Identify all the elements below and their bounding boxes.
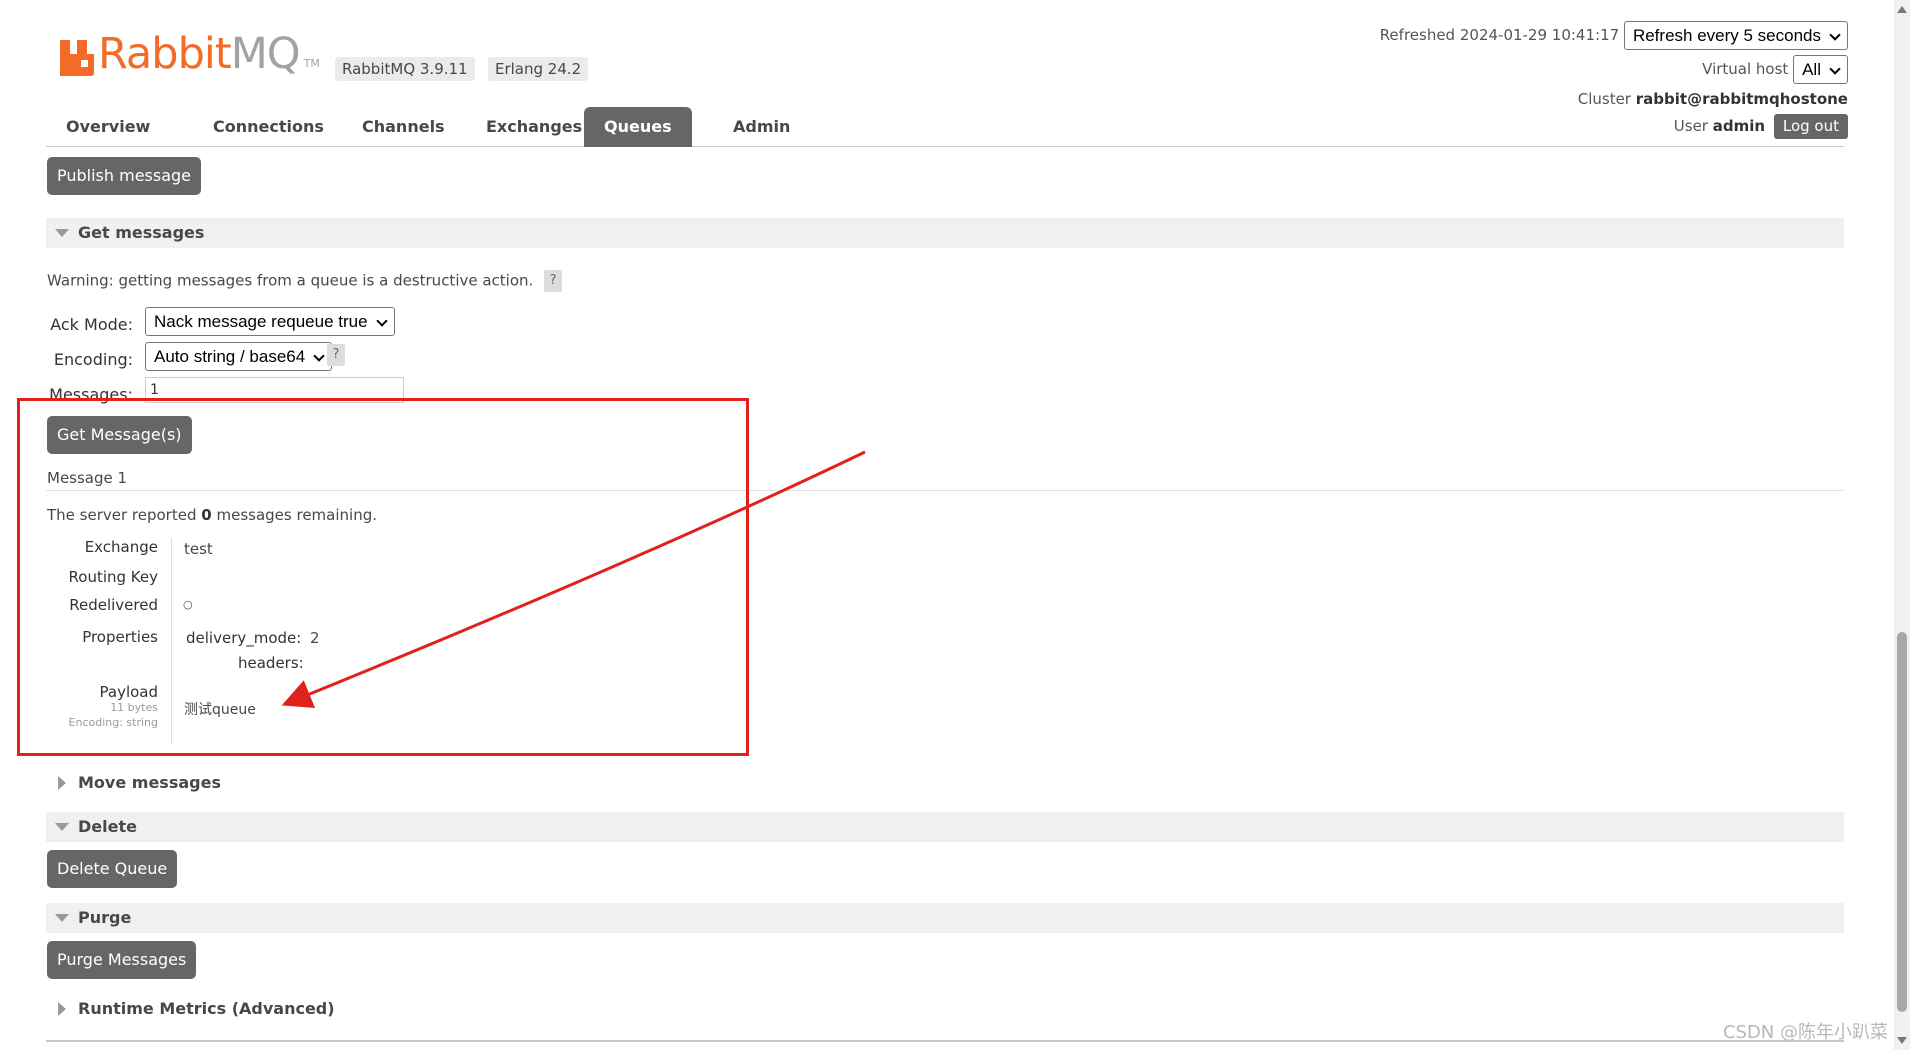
rabbitmq-logo-icon: [60, 40, 94, 76]
tab-connections[interactable]: Connections: [193, 107, 344, 147]
runtime-metrics-section-header[interactable]: Runtime Metrics (Advanced): [46, 994, 1844, 1024]
collapse-triangle-icon: [55, 229, 69, 237]
get-messages-section-header[interactable]: Get messages: [46, 218, 1844, 248]
runtime-metrics-title: Runtime Metrics (Advanced): [78, 999, 335, 1018]
tab-exchanges[interactable]: Exchanges: [466, 107, 602, 147]
ack-mode-label: Ack Mode:: [50, 315, 133, 334]
encoding-label: Encoding:: [53, 350, 133, 369]
logo-text: RabbitMQ: [98, 29, 301, 79]
chevron-down-icon: [1829, 29, 1841, 41]
delete-section-header[interactable]: Delete: [46, 812, 1844, 842]
tab-channels[interactable]: Channels: [342, 107, 465, 147]
warning-text: Warning: getting messages from a queue i…: [47, 271, 534, 290]
move-messages-section-header[interactable]: Move messages: [46, 768, 1844, 798]
expand-triangle-icon: [58, 776, 66, 790]
rabbitmq-management-page: RabbitMQ TM RabbitMQ 3.9.11 Erlang 24.2 …: [0, 0, 1910, 1050]
destructive-warning: Warning: getting messages from a queue i…: [47, 270, 563, 292]
vhost-row: Virtual host All: [1702, 55, 1848, 84]
refreshed-timestamp: Refreshed 2024-01-29 10:41:17: [1379, 26, 1620, 44]
help-icon[interactable]: ?: [544, 270, 563, 292]
cluster-label: Cluster: [1577, 90, 1631, 108]
tab-overview[interactable]: Overview: [46, 107, 170, 147]
vhost-select[interactable]: All: [1793, 55, 1848, 84]
collapse-triangle-icon: [55, 914, 69, 922]
vertical-scrollbar[interactable]: [1894, 0, 1910, 1050]
collapse-triangle-icon: [55, 823, 69, 831]
delete-queue-button[interactable]: Delete Queue: [47, 850, 178, 888]
purge-title: Purge: [78, 908, 132, 927]
annotation-highlight-box: [17, 398, 749, 756]
tab-queues[interactable]: Queues: [584, 107, 692, 147]
trademark: TM: [303, 57, 320, 70]
encoding-select[interactable]: Auto string / base64: [145, 342, 333, 371]
help-icon[interactable]: ?: [327, 344, 345, 366]
publish-message-button[interactable]: Publish message: [47, 157, 202, 195]
scroll-down-arrow-icon[interactable]: [1897, 1037, 1907, 1044]
refresh-row: Refreshed 2024-01-29 10:41:17 Refresh ev…: [1380, 21, 1848, 50]
ack-mode-select[interactable]: Nack message requeue true: [145, 307, 395, 336]
vhost-label: Virtual host: [1702, 60, 1789, 78]
chevron-down-icon: [375, 315, 388, 327]
erlang-version-badge: Erlang 24.2: [488, 57, 589, 81]
scroll-up-arrow-icon[interactable]: [1897, 6, 1907, 13]
rabbitmq-logo[interactable]: RabbitMQ TM: [60, 30, 320, 76]
scrollbar-thumb[interactable]: [1897, 632, 1907, 1012]
chevron-down-icon: [313, 350, 325, 362]
chevron-down-icon: [1829, 63, 1841, 75]
tab-admin[interactable]: Admin: [713, 107, 810, 147]
footer-divider: [46, 1040, 1844, 1042]
purge-section-header[interactable]: Purge: [46, 903, 1844, 933]
expand-triangle-icon: [58, 1002, 66, 1016]
purge-messages-button[interactable]: Purge Messages: [47, 941, 197, 979]
refresh-interval-select[interactable]: Refresh every 5 seconds: [1623, 21, 1848, 50]
csdn-watermark: CSDN @陈年小趴菜: [1722, 1022, 1888, 1043]
cluster-row: Cluster rabbit@rabbitmqhostone: [1578, 90, 1848, 108]
get-messages-title: Get messages: [78, 223, 205, 242]
delete-title: Delete: [78, 817, 137, 836]
main-nav-tabs: Overview Connections Channels Exchanges …: [46, 107, 1844, 147]
cluster-name: rabbit@rabbitmqhostone: [1635, 90, 1848, 108]
move-messages-title: Move messages: [78, 773, 221, 792]
rabbitmq-version-badge: RabbitMQ 3.9.11: [335, 57, 475, 81]
